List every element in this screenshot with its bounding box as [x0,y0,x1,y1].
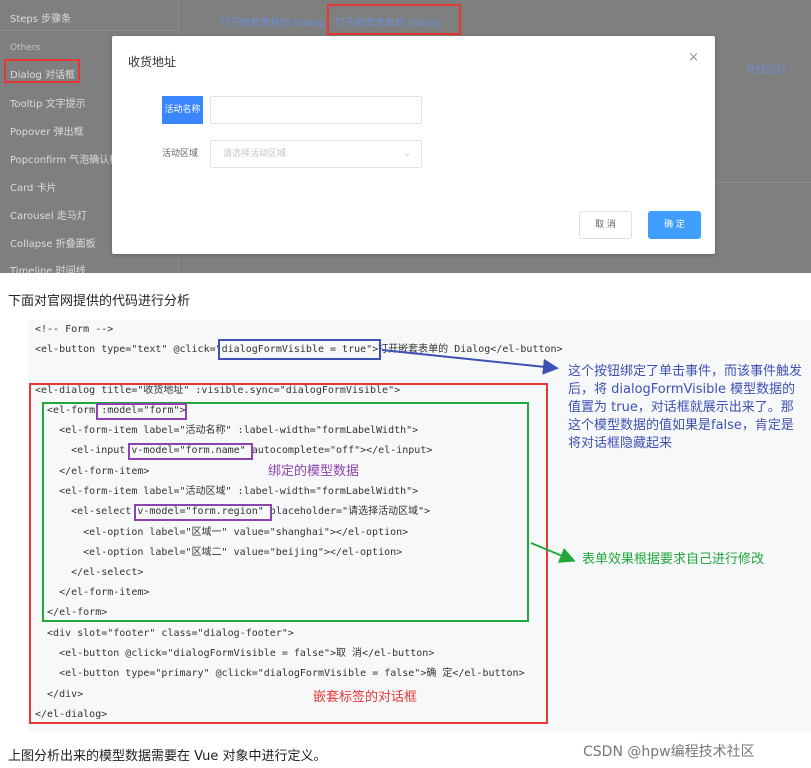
button-note: 这个按钮绑定了单击事件，而该事件触发后，将 dialogFormVisible … [568,364,803,451]
form-note-arrow [530,542,576,563]
button-note-arrow [381,349,559,375]
model-note: 绑定的模型数据 [268,464,360,479]
form-note: 表单效果根据要求自己进行修改 [582,552,765,567]
outro-paragraph: 上图分析出来的模型数据需要在 Vue 对象中进行定义。 [8,749,327,764]
watermark: CSDN @hpw编程技术社区 [583,744,755,760]
dialog-note: 嵌套标签的对话框 [313,690,418,705]
